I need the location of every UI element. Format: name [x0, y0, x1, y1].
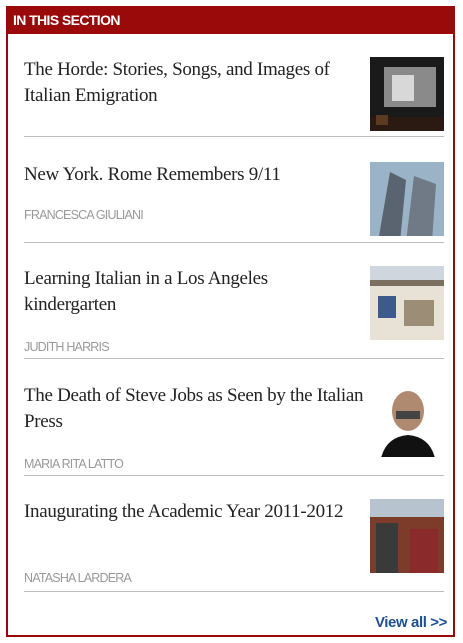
article-title[interactable]: Learning Italian in a Los Angeles kinder…	[24, 266, 364, 318]
article-author: NATASHA LARDERA	[24, 571, 132, 585]
list-item[interactable]: The Horde: Stories, Songs, and Images of…	[24, 57, 444, 143]
divider	[24, 475, 444, 476]
article-thumbnail[interactable]	[370, 499, 444, 573]
list-item[interactable]: Inaugurating the Academic Year 2011-2012…	[24, 499, 444, 589]
list-item[interactable]: New York. Rome Remembers 9/11 FRANCESCA …	[24, 162, 444, 242]
article-author: JUDITH HARRIS	[24, 340, 110, 354]
article-thumbnail[interactable]	[370, 57, 444, 131]
list-item[interactable]: Learning Italian in a Los Angeles kinder…	[24, 266, 444, 356]
view-all-link[interactable]: View all >>	[375, 614, 447, 631]
list-item[interactable]: The Death of Steve Jobs as Seen by the I…	[24, 383, 444, 471]
article-title[interactable]: Inaugurating the Academic Year 2011-2012	[24, 499, 364, 525]
article-title[interactable]: New York. Rome Remembers 9/11	[24, 162, 364, 188]
article-author: MARIA RITA LATTO	[24, 457, 124, 471]
article-title[interactable]: The Horde: Stories, Songs, and Images of…	[24, 57, 364, 109]
article-thumbnail[interactable]	[370, 383, 444, 457]
section-header: IN THIS SECTION	[6, 6, 455, 34]
article-thumbnail[interactable]	[370, 162, 444, 236]
article-author: FRANCESCA GIULIANI	[24, 208, 144, 222]
divider	[24, 136, 444, 137]
article-title[interactable]: The Death of Steve Jobs as Seen by the I…	[24, 383, 364, 435]
divider	[24, 591, 444, 592]
divider	[24, 242, 444, 243]
divider	[24, 358, 444, 359]
article-thumbnail[interactable]	[370, 266, 444, 340]
